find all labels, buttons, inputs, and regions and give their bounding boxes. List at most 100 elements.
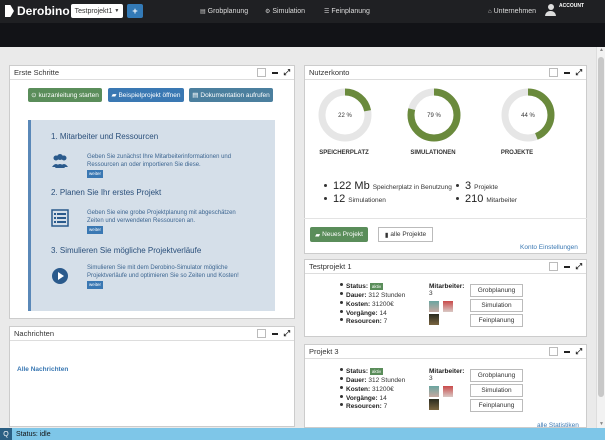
- nav-feinplanung[interactable]: ☰ Feinplanung: [324, 8, 370, 15]
- panel-header: Nachrichten ⤢: [10, 327, 294, 341]
- panel-header: Projekt 3 ⤢: [305, 345, 586, 359]
- add-project-button[interactable]: +: [127, 4, 143, 18]
- expand-icon[interactable]: ⤢: [284, 329, 290, 338]
- minimize-icon[interactable]: [563, 265, 570, 268]
- users-icon: [52, 154, 68, 168]
- panel-title: Erste Schritte: [14, 68, 60, 77]
- project-select[interactable]: Testprojekt1 ▼: [71, 4, 123, 18]
- nachrichten-panel: Nachrichten ⤢: [9, 326, 295, 427]
- button-label: Dokumentation aufrufen: [200, 91, 270, 99]
- step-1-description: Geben Sie zunächst Ihre Mitarbeiterinfor…: [87, 154, 232, 168]
- step-1-title: 1. Mitarbeiter und Ressourcen: [51, 132, 159, 141]
- panel-checkbox[interactable]: [548, 68, 558, 77]
- project-vorgaenge: Vorgänge: 14: [340, 310, 387, 317]
- search-icon[interactable]: Q: [0, 428, 12, 440]
- project-dauer: Dauer: 312 Stunden: [340, 377, 405, 384]
- step-1-more-link[interactable]: weiter: [87, 170, 104, 178]
- feinplanung-button[interactable]: Feinplanung: [470, 314, 523, 327]
- expand-icon[interactable]: ⤢: [576, 68, 582, 77]
- gear-icon: ⚙: [265, 9, 271, 15]
- nav-unternehmen[interactable]: ⌂ Unternehmen: [488, 8, 536, 15]
- panel-header: Erste Schritte ⤢: [10, 66, 294, 80]
- panel-checkbox[interactable]: [256, 68, 266, 77]
- project-status: Status: aktiv: [340, 283, 384, 290]
- page-scrollbar[interactable]: ▲ ▼: [596, 47, 605, 428]
- document-icon: ▤: [192, 92, 199, 99]
- folder-icon: ▰: [315, 231, 321, 239]
- grobplanung-button[interactable]: Grobplanung: [470, 284, 523, 297]
- folder-icon: ▰: [111, 92, 117, 99]
- donut-value-text: 22 %: [338, 113, 352, 119]
- play-circle-large-icon: [52, 268, 68, 284]
- panel-header: Nutzerkonto ⤢: [305, 66, 586, 80]
- employee-avatar[interactable]: [443, 386, 453, 397]
- all-messages-link[interactable]: Alle Nachrichten: [17, 366, 68, 373]
- scrollbar-thumb[interactable]: [598, 57, 604, 397]
- donut-value-text: 44 %: [521, 113, 535, 119]
- employee-avatar[interactable]: [429, 399, 439, 410]
- status-bar: Q Status: idle: [0, 428, 605, 440]
- step-2-more-link[interactable]: weiter: [87, 226, 104, 234]
- example-project-button[interactable]: ▰ Beispielprojekt öffnen: [108, 88, 184, 102]
- stat-label: Speicherplatz in Benutzung: [372, 184, 452, 191]
- donut-label-simulationen: SIMULATIONEN: [410, 150, 456, 156]
- stat-label: Mitarbeiter: [486, 197, 518, 204]
- step-2-text: Geben Sie eine grobe Projektplanung mit …: [87, 209, 247, 234]
- play-circle-icon: ⊙: [31, 92, 37, 99]
- top-subbar: [0, 23, 605, 47]
- step-3-title: 3. Simulieren Sie mögliche Projektverläu…: [51, 246, 202, 255]
- minimize-icon[interactable]: [271, 332, 278, 335]
- panel-checkbox[interactable]: [548, 347, 558, 356]
- simulation-button[interactable]: Simulation: [470, 299, 523, 312]
- button-label: Beispielprojekt öffnen: [118, 91, 181, 99]
- employee-avatar[interactable]: [429, 314, 439, 325]
- grobplanung-button[interactable]: Grobplanung: [470, 369, 523, 382]
- nav-grobplanung[interactable]: ▤ Grobplanung: [200, 8, 248, 15]
- employee-avatar[interactable]: [443, 301, 453, 312]
- stat-label: Simulationen: [348, 197, 386, 204]
- home-icon: ⌂: [488, 8, 492, 15]
- all-projects-button[interactable]: ▮ alle Projekte: [378, 227, 433, 242]
- step-3-text: Simulieren Sie mit dem Derobino-Simulato…: [87, 264, 247, 289]
- panel-checkbox[interactable]: [548, 262, 558, 271]
- nav-label: Simulation: [272, 8, 306, 15]
- account-settings-link[interactable]: Konto Einstellungen: [520, 244, 578, 251]
- nav-label: Grobplanung: [207, 8, 249, 15]
- scroll-up-icon[interactable]: ▲: [598, 47, 605, 54]
- status-badge: aktiv: [369, 283, 384, 290]
- expand-icon[interactable]: ⤢: [576, 347, 582, 356]
- step-2-description: Geben Sie eine grobe Projektplanung mit …: [87, 210, 236, 224]
- feinplanung-button[interactable]: Feinplanung: [470, 399, 523, 412]
- minimize-icon[interactable]: [563, 71, 570, 74]
- panel-checkbox[interactable]: [256, 329, 266, 338]
- donut-projekte: 44 %: [501, 88, 555, 142]
- account-avatar-icon[interactable]: [545, 4, 556, 16]
- step-3-more-link[interactable]: weiter: [87, 281, 104, 289]
- expand-icon[interactable]: ⤢: [284, 68, 290, 77]
- add-icon: +: [132, 6, 138, 16]
- stat-value: 210: [465, 193, 484, 205]
- button-label: kurzanleitung starten: [38, 91, 99, 99]
- panel-title: Nutzerkonto: [309, 68, 350, 77]
- minimize-icon[interactable]: [563, 350, 570, 353]
- project-dauer: Dauer: 312 Stunden: [340, 292, 405, 299]
- tutorial-button[interactable]: ⊙ kurzanleitung starten: [28, 88, 102, 102]
- app-logo[interactable]: Derobino: [5, 4, 70, 18]
- getting-started-guide: 1. Mitarbeiter und Ressourcen Geben Sie …: [28, 120, 275, 311]
- stat-projects: 3 Projekte: [456, 180, 498, 192]
- stat-label: Projekte: [474, 184, 498, 191]
- employee-avatar[interactable]: [429, 301, 439, 312]
- caret-down-icon: ▼: [114, 8, 120, 14]
- employee-avatar[interactable]: [429, 386, 439, 397]
- nav-simulation[interactable]: ⚙ Simulation: [265, 8, 305, 15]
- step-1-text: Geben Sie zunächst Ihre Mitarbeiterinfor…: [87, 153, 247, 178]
- panel-title: Nachrichten: [14, 329, 55, 338]
- nav-label: Feinplanung: [331, 8, 370, 15]
- documentation-button[interactable]: ▤ Dokumentation aufrufen: [189, 88, 273, 102]
- minimize-icon[interactable]: [271, 71, 278, 74]
- simulation-button[interactable]: Simulation: [470, 384, 523, 397]
- account-label[interactable]: ACCOUNT: [559, 3, 584, 9]
- expand-icon[interactable]: ⤢: [576, 262, 582, 271]
- new-project-button[interactable]: ▰ Neues Projekt: [310, 227, 368, 242]
- scroll-down-icon[interactable]: ▼: [598, 421, 605, 428]
